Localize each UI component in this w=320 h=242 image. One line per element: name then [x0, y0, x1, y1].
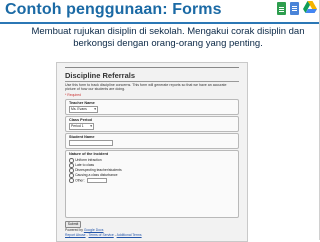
footer-links: Report Abuse - Terms of Service - Additi… — [65, 233, 142, 237]
student-name-section: Student Name — [65, 133, 239, 149]
form-description: Use this form to track discipline concer… — [65, 83, 227, 92]
terms-of-service-link[interactable]: Terms of Service — [89, 233, 114, 237]
class-period-select[interactable]: Period 1 ▾ — [69, 123, 94, 130]
form-title-rule — [65, 81, 239, 82]
required-note: * Required — [65, 93, 82, 97]
spreadsheet-icon — [277, 2, 286, 15]
powered-by: Powered by Google Docs — [65, 228, 104, 232]
slide-caption: Membuat rujukan disiplin di sekolah. Men… — [28, 26, 308, 49]
teacher-name-label: Teacher Name — [69, 101, 95, 105]
radio-button[interactable] — [69, 163, 74, 168]
form-title: Discipline Referrals — [65, 71, 136, 80]
radio-button[interactable] — [69, 173, 74, 178]
chevron-down-icon: ▾ — [90, 124, 92, 128]
incident-option[interactable]: Disrespecting teacher/students — [69, 168, 122, 173]
title-divider — [0, 22, 320, 24]
teacher-name-section: Teacher Name Ms. Evans ▾ — [65, 99, 239, 115]
teacher-name-value: Ms. Evans — [71, 107, 87, 111]
incident-option[interactable]: Late to class — [69, 163, 94, 168]
radio-button[interactable] — [69, 158, 74, 163]
student-name-label: Student Name — [69, 135, 95, 139]
incident-option[interactable]: Uniform infraction — [69, 158, 102, 163]
additional-terms-link[interactable]: Additional Terms — [117, 233, 142, 237]
form-screenshot: Discipline Referrals Use this form to tr… — [56, 62, 248, 242]
student-name-input[interactable] — [69, 140, 113, 146]
document-icon — [290, 2, 299, 15]
teacher-name-select[interactable]: Ms. Evans ▾ — [69, 106, 98, 113]
chevron-down-icon: ▾ — [94, 107, 96, 111]
radio-button[interactable] — [69, 178, 74, 183]
form-top-rule — [65, 67, 239, 68]
incident-section: Nature of the Incident Uniform infractio… — [65, 150, 239, 218]
drive-icon — [303, 1, 317, 14]
submit-button[interactable]: Submit — [65, 221, 81, 228]
class-period-value: Period 1 — [71, 124, 84, 128]
report-abuse-link[interactable]: Report Abuse — [65, 233, 86, 237]
incident-option-other[interactable]: Other: — [69, 178, 107, 183]
google-docs-link[interactable]: Google Docs — [84, 228, 104, 232]
caption-line-2: berkongsi dengan orang-orang yang pentin… — [73, 37, 263, 49]
caption-line-1: Membuat rujukan disiplin di sekolah. Men… — [31, 26, 305, 37]
google-apps-logos — [274, 0, 318, 22]
class-period-label: Class Period — [69, 118, 93, 122]
incident-option[interactable]: Causing a class disturbance — [69, 173, 118, 178]
other-input[interactable] — [86, 178, 107, 183]
slide-title: Contoh penggunaan: Forms — [5, 1, 222, 18]
incident-label: Nature of the Incident — [69, 152, 109, 156]
class-period-section: Class Period Period 1 ▾ — [65, 116, 239, 132]
radio-button[interactable] — [69, 168, 74, 173]
